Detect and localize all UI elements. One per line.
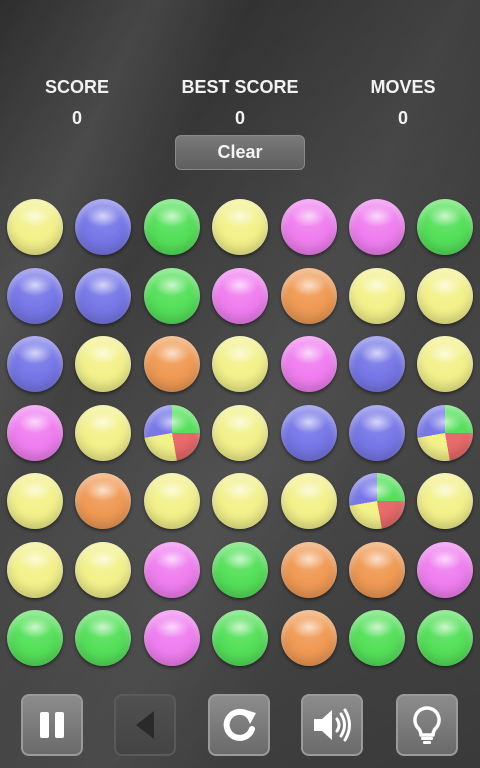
ball-green-r6c4[interactable]: [212, 542, 268, 598]
ball-yellow-r2c6[interactable]: [349, 268, 405, 324]
ball-pink-r6c7[interactable]: [417, 542, 473, 598]
ball-yellow-r4c2[interactable]: [75, 405, 131, 461]
ball-pink-r1c5[interactable]: [281, 199, 337, 255]
restart-icon: [223, 708, 256, 741]
ball-green-r2c3[interactable]: [144, 268, 200, 324]
ball-pink-r1c6[interactable]: [349, 199, 405, 255]
ball-multi-r4c7[interactable]: [417, 405, 473, 461]
ball-yellow-r5c4[interactable]: [212, 473, 268, 529]
ball-yellow-r2c7[interactable]: [417, 268, 473, 324]
ball-yellow-r4c4[interactable]: [212, 405, 268, 461]
ball-green-r7c2[interactable]: [75, 610, 131, 666]
pause-icon: [40, 712, 64, 738]
ball-multi-r4c3[interactable]: [144, 405, 200, 461]
ball-blue-r3c1[interactable]: [7, 336, 63, 392]
ball-pink-r6c3[interactable]: [144, 542, 200, 598]
ball-orange-r3c3[interactable]: [144, 336, 200, 392]
ball-green-r7c6[interactable]: [349, 610, 405, 666]
game-board: [0, 0, 480, 680]
ball-yellow-r3c2[interactable]: [75, 336, 131, 392]
ball-yellow-r5c7[interactable]: [417, 473, 473, 529]
ball-orange-r6c5[interactable]: [281, 542, 337, 598]
ball-blue-r3c6[interactable]: [349, 336, 405, 392]
ball-orange-r6c6[interactable]: [349, 542, 405, 598]
ball-yellow-r1c1[interactable]: [7, 199, 63, 255]
undo-button[interactable]: [114, 694, 176, 756]
restart-button[interactable]: [208, 694, 270, 756]
ball-green-r1c3[interactable]: [144, 199, 200, 255]
back-arrow-icon: [136, 711, 154, 739]
lightbulb-icon: [413, 706, 441, 744]
pause-button[interactable]: [21, 694, 83, 756]
ball-pink-r2c4[interactable]: [212, 268, 268, 324]
ball-blue-r4c5[interactable]: [281, 405, 337, 461]
ball-yellow-r5c5[interactable]: [281, 473, 337, 529]
ball-yellow-r6c2[interactable]: [75, 542, 131, 598]
ball-green-r7c7[interactable]: [417, 610, 473, 666]
ball-green-r1c7[interactable]: [417, 199, 473, 255]
ball-yellow-r5c3[interactable]: [144, 473, 200, 529]
ball-orange-r5c2[interactable]: [75, 473, 131, 529]
ball-blue-r1c2[interactable]: [75, 199, 131, 255]
sound-button[interactable]: [301, 694, 363, 756]
ball-orange-r2c5[interactable]: [281, 268, 337, 324]
ball-yellow-r6c1[interactable]: [7, 542, 63, 598]
ball-multi-r5c6[interactable]: [349, 473, 405, 529]
speaker-icon: [314, 708, 351, 742]
ball-pink-r3c5[interactable]: [281, 336, 337, 392]
ball-blue-r2c1[interactable]: [7, 268, 63, 324]
hint-button[interactable]: [396, 694, 458, 756]
ball-blue-r2c2[interactable]: [75, 268, 131, 324]
ball-yellow-r5c1[interactable]: [7, 473, 63, 529]
ball-pink-r7c3[interactable]: [144, 610, 200, 666]
ball-yellow-r3c4[interactable]: [212, 336, 268, 392]
ball-orange-r7c5[interactable]: [281, 610, 337, 666]
ball-yellow-r3c7[interactable]: [417, 336, 473, 392]
ball-green-r7c4[interactable]: [212, 610, 268, 666]
ball-pink-r4c1[interactable]: [7, 405, 63, 461]
ball-yellow-r1c4[interactable]: [212, 199, 268, 255]
ball-green-r7c1[interactable]: [7, 610, 63, 666]
ball-blue-r4c6[interactable]: [349, 405, 405, 461]
